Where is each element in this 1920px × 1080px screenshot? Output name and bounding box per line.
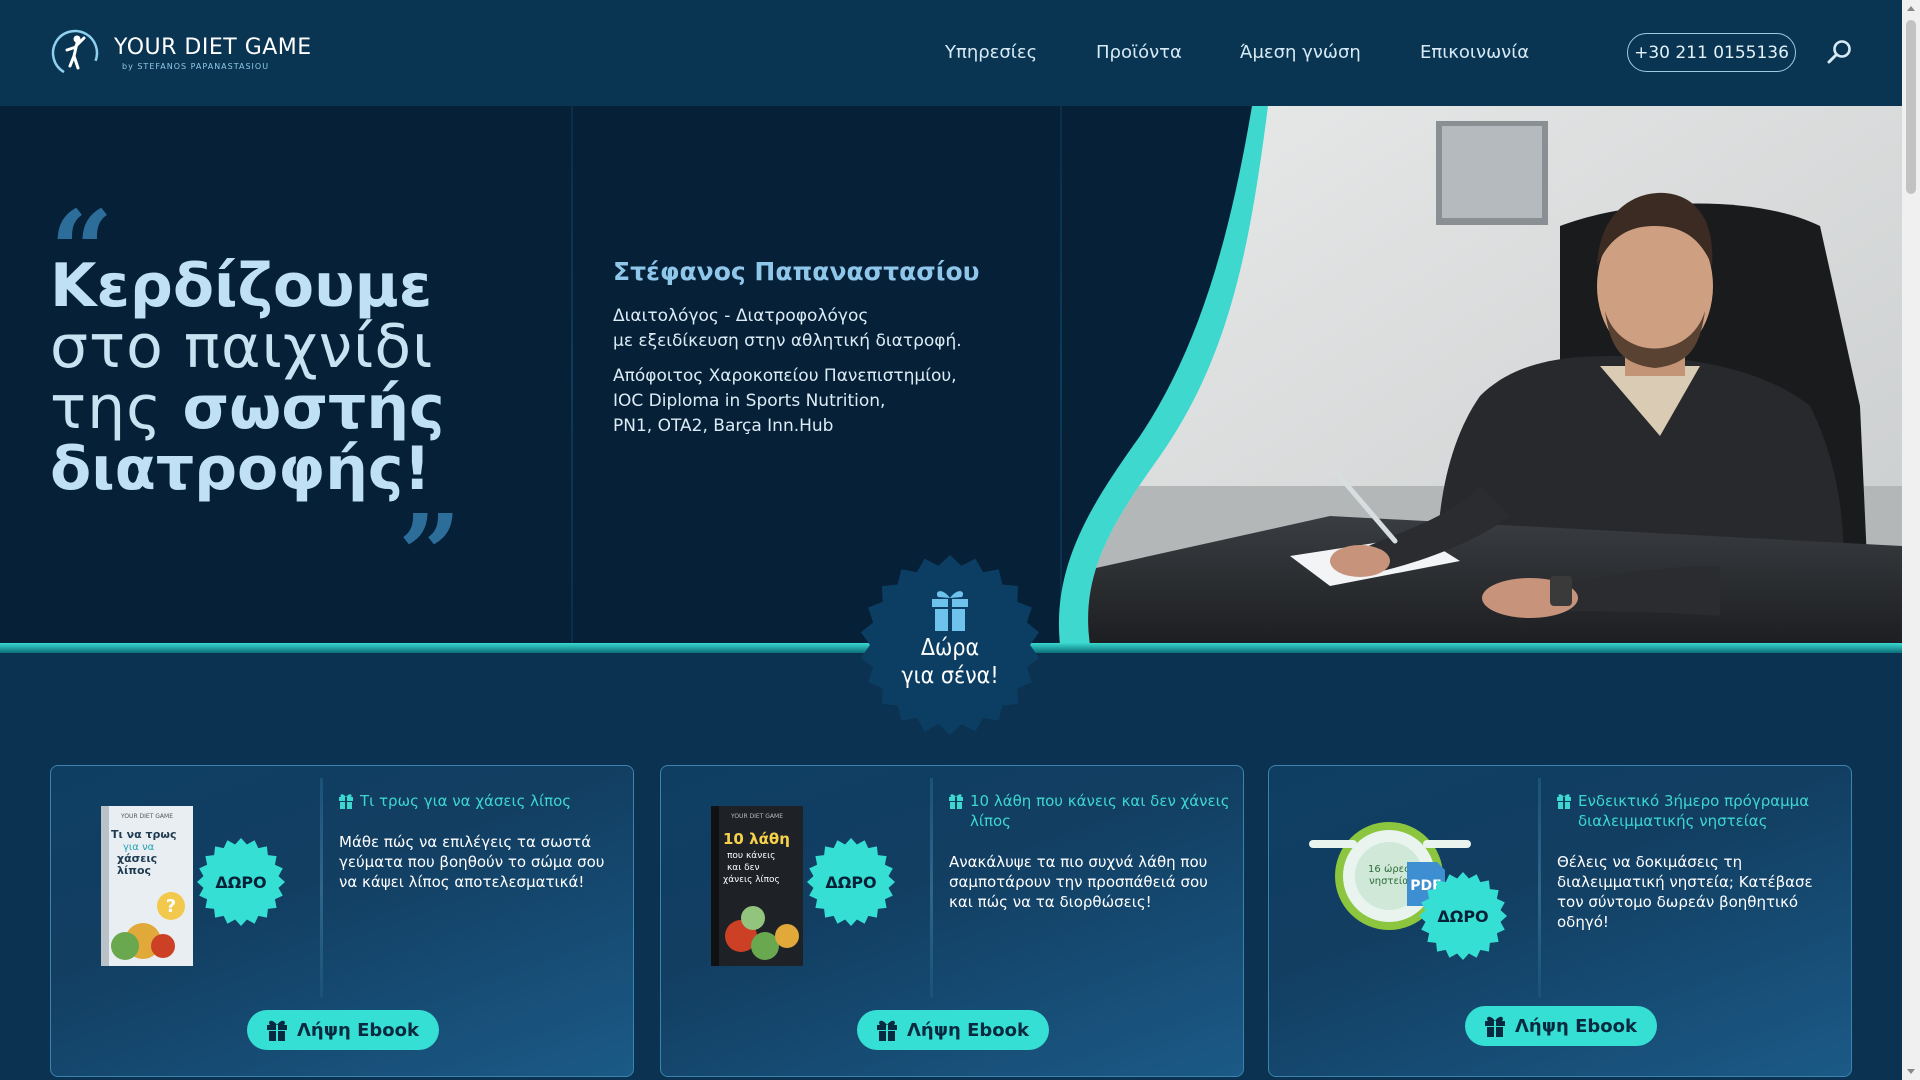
download-ebook-button[interactable]: Λήψη Ebook <box>1465 1006 1657 1046</box>
gift-seal-label: ΔΩΡΟ <box>1437 907 1488 926</box>
gift-icon <box>1557 794 1571 809</box>
book-title-line: 10 λάθη <box>723 830 790 848</box>
download-ebook-label: Λήψη Ebook <box>296 1019 419 1041</box>
headline-line-3-light: της <box>50 373 183 443</box>
logo-title: YOUR DIET GAME <box>114 35 312 60</box>
gift-seal-label: ΔΩΡΟ <box>825 873 876 892</box>
gift-seal-label: ΔΩΡΟ <box>215 873 266 892</box>
nutritionist-name: Στέφανος Παπαναστασίου <box>613 257 980 286</box>
ebook-cover-image: YOUR DIET GAME 10 λάθη που κάνεις και δε… <box>711 806 895 966</box>
book-title-line: χάνεις λίπος <box>723 875 780 885</box>
card-description: Θέλεις να δοκιμάσεις τη διαλειμματική νη… <box>1557 853 1813 931</box>
headline-line-2: στο παιχνίδι <box>50 312 434 382</box>
bio-line: Απόφοιτος Χαροκοπείου Πανεπιστημίου, <box>613 366 957 386</box>
book-title-line: λίπος <box>117 864 151 877</box>
bio-line: με εξειδίκευση στην αθλητική διατροφή. <box>613 331 962 351</box>
clock-label: νηστεία <box>1369 875 1409 887</box>
gift-badge-text: Δώρα για σένα! <box>858 634 1042 690</box>
gift-icon <box>339 794 353 809</box>
close-quote-icon: ” <box>398 490 462 619</box>
gift-badge-line-1: Δώρα <box>920 635 980 661</box>
nav-products[interactable]: Προϊόντα <box>1096 42 1182 63</box>
book-brand: YOUR DIET GAME <box>120 813 173 820</box>
book-title-line: που κάνεις <box>727 851 775 861</box>
hero-headline: Κερδίζουμε στο παιχνίδι της σωστής διατρ… <box>50 256 445 500</box>
card-description: Ανακάλυψε τα πιο συχνά λάθη που σαμποτάρ… <box>949 853 1208 911</box>
ebook-card: YOUR DIET GAME 10 λάθη που κάνεις και δε… <box>660 765 1244 1077</box>
nav-services[interactable]: Υπηρεσίες <box>945 42 1037 63</box>
headline-line-4: διατροφής! <box>50 434 431 504</box>
gift-icon <box>949 794 963 809</box>
logo-icon <box>51 29 99 77</box>
scroll-thumb[interactable] <box>1906 20 1916 194</box>
card-title: 10 λάθη που κάνεις και δεν χάνεις λίπος <box>970 792 1230 830</box>
book-brand: YOUR DIET GAME <box>730 813 783 820</box>
bio-paragraph-2: Απόφοιτος Χαροκοπείου Πανεπιστημίου, IOC… <box>613 364 957 439</box>
nav-instant-knowledge[interactable]: Άμεση γνώση <box>1240 42 1361 63</box>
gift-icon <box>1484 1016 1505 1037</box>
book-title-line: Τι να τρως <box>111 828 176 841</box>
logo-subtitle: by STEFANOS PAPANASTASIOU <box>122 62 270 71</box>
nav-contact[interactable]: Επικοινωνία <box>1420 42 1529 63</box>
bio-line: Διαιτολόγος - Διατροφολόγος <box>613 306 869 326</box>
card-title: Τι τρως για να χάσεις λίπος <box>360 792 572 810</box>
download-ebook-label: Λήψη Ebook <box>906 1019 1029 1041</box>
card-title: Ενδεικτικό 3ήμερο πρόγραμμα διαλειμματικ… <box>1578 792 1810 830</box>
scroll-down-arrow-icon[interactable] <box>1907 1069 1915 1074</box>
search-icon[interactable] <box>1826 38 1854 66</box>
phone-button[interactable]: +30 211 0155136 <box>1627 33 1796 72</box>
card-description: Μάθε πώς να επιλέγεις τα σωστά γεύματα π… <box>339 833 605 891</box>
card-divider <box>930 778 933 998</box>
clock-label: 16 ώρες <box>1368 863 1410 875</box>
svg-text:?: ? <box>166 896 176 917</box>
page-scrollbar[interactable] <box>1902 0 1920 1080</box>
card-divider <box>320 778 323 998</box>
ebook-cover-image: ? YOUR DIET GAME Τι να τρως για να χάσει… <box>101 806 285 966</box>
site-header: YOUR DIET GAME by STEFANOS PAPANASTASIOU… <box>0 0 1902 106</box>
download-ebook-button[interactable]: Λήψη Ebook <box>857 1010 1049 1050</box>
download-ebook-label: Λήψη Ebook <box>1514 1015 1637 1037</box>
ebook-card: ? YOUR DIET GAME Τι να τρως για να χάσει… <box>50 765 634 1077</box>
fasting-guide-image: 16 ώρες νηστεία PDF ΔΩΡΟ <box>1309 822 1507 960</box>
bio-paragraph-1: Διαιτολόγος - Διατροφολόγος με εξειδίκευ… <box>613 304 962 354</box>
bio-line: IOC Diploma in Sports Nutrition, <box>613 391 886 411</box>
card-divider <box>1538 778 1541 998</box>
site-logo[interactable]: YOUR DIET GAME by STEFANOS PAPANASTASIOU <box>50 28 312 78</box>
scroll-up-arrow-icon[interactable] <box>1907 6 1915 11</box>
headline-line-1: Κερδίζουμε <box>50 251 433 321</box>
book-title-line: και δεν <box>727 863 760 873</box>
download-ebook-button[interactable]: Λήψη Ebook <box>247 1010 439 1050</box>
gift-icon <box>266 1020 287 1041</box>
gift-icon <box>876 1020 897 1041</box>
headline-line-3-bold: σωστής <box>182 373 445 443</box>
gift-badge-line-2: για σένα! <box>901 663 999 689</box>
ebook-card: 16 ώρες νηστεία PDF ΔΩΡΟ Ενδεικτικό 3ήμε… <box>1268 765 1852 1077</box>
bio-line: PN1, OTA2, Barça Inn.Hub <box>613 416 834 436</box>
